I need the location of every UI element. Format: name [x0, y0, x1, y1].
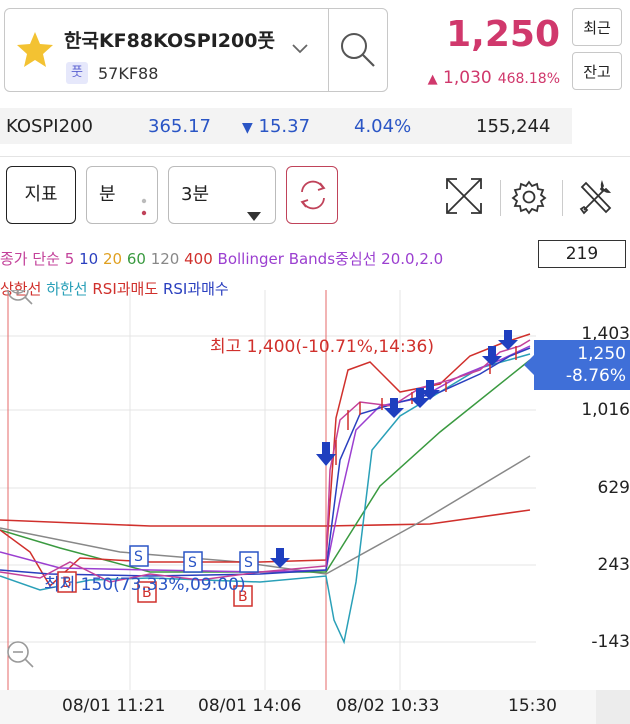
legend-ma10: 10: [79, 250, 99, 268]
search-icon[interactable]: [336, 28, 380, 72]
dropdown-triangle-icon: [247, 189, 261, 221]
period-label: 분: [99, 184, 116, 205]
stock-name: 한국KF88KOSPI200풋: [64, 30, 275, 52]
zoom-in-icon[interactable]: [4, 290, 34, 306]
tools-icon[interactable]: [576, 178, 616, 218]
svg-text:S: S: [244, 555, 253, 571]
chevron-down-icon[interactable]: [290, 38, 310, 58]
x-tick-label: 08/01 14:06: [198, 696, 302, 716]
stock-code: 57KF88: [98, 64, 159, 83]
index-change: ▼ 15.37: [242, 116, 310, 137]
current-price-badge: 1,250 -8.76%: [524, 340, 630, 390]
refresh-button[interactable]: [286, 166, 338, 224]
index-name: KOSPI200: [6, 116, 93, 137]
divider: [328, 8, 329, 92]
legend-ma120: 120: [150, 250, 180, 268]
x-tick-label: 08/02 10:33: [336, 696, 440, 716]
y-tick-label: -143: [591, 632, 630, 652]
period-button[interactable]: 분: [86, 166, 158, 224]
legend-close-sma5: 종가 단순 5: [0, 250, 75, 268]
legend-bollinger: Bollinger Bands중심선 20.0,2.0: [217, 250, 444, 268]
indicator-button[interactable]: 지표: [6, 166, 76, 224]
badge-percent: -8.76%: [565, 366, 626, 386]
change-percent: 468.18%: [497, 71, 560, 87]
recent-button[interactable]: 최근: [572, 8, 622, 46]
change-value: 1,030: [443, 68, 492, 88]
high-annotation: 최고 1,400(-10.71%,14:36): [210, 337, 434, 357]
x-tick-label: 08/01 11:21: [62, 696, 166, 716]
badge-price: 1,250: [577, 344, 626, 364]
favorite-star-icon[interactable]: [16, 30, 54, 68]
scroll-handle[interactable]: [596, 690, 630, 724]
put-tag: 풋: [66, 62, 88, 84]
down-arrow-icon: ▼: [242, 120, 253, 136]
interval-select[interactable]: 3분: [168, 166, 276, 224]
legend-ma60: 60: [126, 250, 146, 268]
refresh-icon: [300, 180, 326, 210]
zoom-out-icon[interactable]: [4, 638, 36, 670]
up-arrow-icon: ▲: [427, 72, 438, 87]
expand-icon[interactable]: [444, 176, 484, 216]
current-price: 1,250: [446, 14, 560, 55]
low-annotation: 최저 150(73.33%,09:00): [44, 575, 246, 595]
toolbar-separator: [562, 180, 563, 216]
indicator-legend-line1: 종가 단순 5 10 20 60 120 400 Bollinger Bands…: [0, 248, 443, 269]
legend-ma20: 20: [102, 250, 123, 268]
legend-ma400: 400: [184, 250, 213, 268]
balance-button[interactable]: 잔고: [572, 52, 622, 90]
y-tick-label: 629: [597, 478, 630, 498]
volume-box: 219: [538, 240, 626, 268]
x-tick-label: 15:30: [508, 696, 557, 716]
y-tick-label: 1,016: [581, 400, 630, 420]
more-dots-icon: [141, 185, 147, 216]
index-change-value: 15.37: [258, 116, 311, 137]
index-change-percent: 4.04%: [354, 116, 412, 137]
gear-icon[interactable]: [510, 178, 548, 216]
price-change: ▲ 1,030 468.18%: [400, 68, 560, 88]
toolbar-separator: [500, 180, 501, 216]
svg-text:S: S: [134, 549, 143, 565]
index-value: 365.17: [148, 116, 211, 137]
y-tick-label: 243: [597, 555, 630, 575]
svg-text:S: S: [188, 555, 197, 571]
toolbar-divider: [0, 156, 630, 157]
interval-value: 3분: [181, 184, 210, 205]
index-volume: 155,244: [476, 116, 551, 137]
